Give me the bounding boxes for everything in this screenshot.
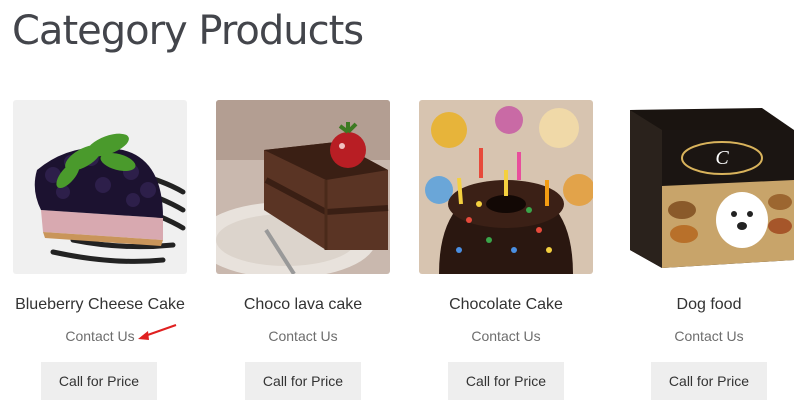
red-arrow-icon [138,324,177,340]
product-name[interactable]: Choco lava cake [196,296,410,314]
product-card: Blueberry Cheese Cake Contact Us Call fo… [13,100,187,400]
product-image-choco-lava-cake[interactable] [216,100,390,274]
product-image-chocolate-cake[interactable] [419,100,593,274]
svg-text:C: C [715,147,729,169]
contact-us-link[interactable]: Contact Us [399,328,613,344]
call-for-price-button[interactable]: Call for Price [41,362,157,400]
contact-us-link[interactable]: Contact Us [602,328,808,344]
page-title: Category Products [12,8,364,54]
product-name[interactable]: Dog food [602,296,808,314]
product-card: C Dog food Contact Us Call for Price [622,100,796,400]
call-for-price-button[interactable]: Call for Price [651,362,767,400]
call-for-price-button[interactable]: Call for Price [448,362,564,400]
product-card: Choco lava cake Contact Us Call for Pric… [216,100,390,400]
call-for-price-button[interactable]: Call for Price [245,362,361,400]
product-name[interactable]: Chocolate Cake [399,296,613,314]
product-image-dog-food[interactable]: C [622,100,796,274]
product-image-blueberry-cheesecake[interactable] [13,100,187,274]
product-name[interactable]: Blueberry Cheese Cake [0,296,207,314]
contact-us-link[interactable]: Contact Us [196,328,410,344]
product-card: Chocolate Cake Contact Us Call for Price [419,100,593,400]
